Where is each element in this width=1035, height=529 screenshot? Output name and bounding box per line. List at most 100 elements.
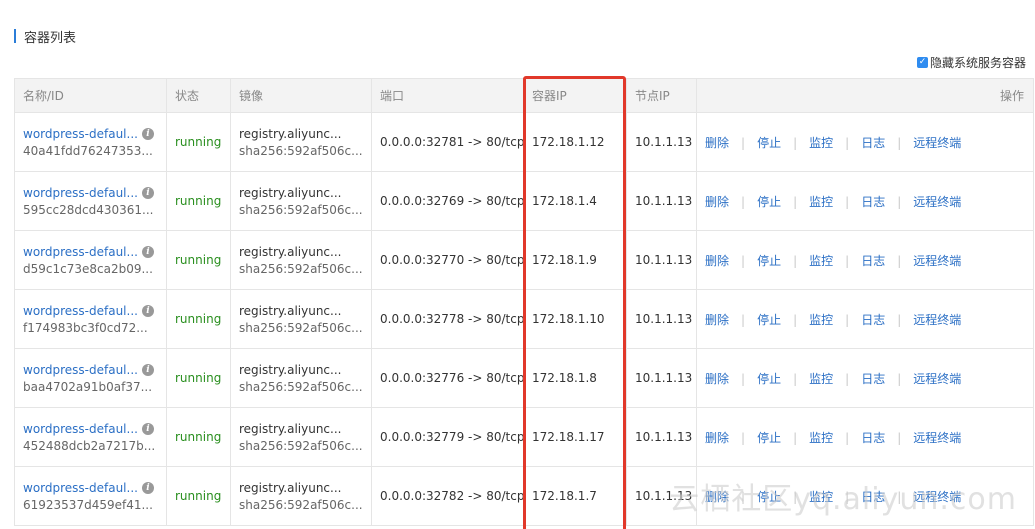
logs-link[interactable]: 日志: [861, 490, 885, 504]
table-row: wordpress-defaul... i d59c1c73e8ca2b09..…: [14, 230, 1034, 290]
cell-name-id: wordpress-defaul... i 61923537d459ef41..…: [14, 466, 167, 526]
cell-actions: 删除 | 停止 | 监控 | 日志 | 远程终端: [696, 348, 1034, 408]
logs-link[interactable]: 日志: [861, 313, 885, 327]
title-accent-bar: [14, 29, 16, 43]
container-name-link[interactable]: wordpress-defaul...: [23, 422, 138, 436]
monitor-link[interactable]: 监控: [809, 254, 833, 268]
terminal-link[interactable]: 远程终端: [913, 313, 961, 327]
stop-link[interactable]: 停止: [757, 372, 781, 386]
cell-status: running: [166, 112, 231, 172]
stop-link[interactable]: 停止: [757, 136, 781, 150]
info-icon[interactable]: i: [141, 245, 154, 258]
action-separator: |: [897, 371, 902, 386]
hide-system-containers-toggle[interactable]: ✓ 隐藏系统服务容器: [916, 54, 1026, 71]
delete-link[interactable]: 删除: [705, 490, 729, 504]
action-separator: |: [845, 489, 850, 504]
logs-link[interactable]: 日志: [861, 372, 885, 386]
delete-link[interactable]: 删除: [705, 431, 729, 445]
container-id: 61923537d459ef41...: [23, 497, 153, 512]
image-name: registry.aliyunc...: [239, 421, 342, 436]
container-name-link[interactable]: wordpress-defaul...: [23, 245, 138, 259]
container-name-link[interactable]: wordpress-defaul...: [23, 363, 138, 377]
terminal-link[interactable]: 远程终端: [913, 254, 961, 268]
monitor-link[interactable]: 监控: [809, 372, 833, 386]
checkbox-checked-icon[interactable]: ✓: [916, 57, 928, 68]
logs-link[interactable]: 日志: [861, 136, 885, 150]
cell-container-ip: 172.18.1.8: [523, 348, 627, 408]
cell-actions: 删除 | 停止 | 监控 | 日志 | 远程终端: [696, 407, 1034, 467]
cell-container-ip: 172.18.1.7: [523, 466, 627, 526]
cell-image: registry.aliyunc... sha256:592af506c...: [230, 171, 372, 231]
cell-container-ip: 172.18.1.9: [523, 230, 627, 290]
delete-link[interactable]: 删除: [705, 372, 729, 386]
monitor-link[interactable]: 监控: [809, 195, 833, 209]
cell-container-ip: 172.18.1.10: [523, 289, 627, 349]
delete-link[interactable]: 删除: [705, 254, 729, 268]
info-icon[interactable]: i: [141, 363, 154, 376]
delete-link[interactable]: 删除: [705, 195, 729, 209]
container-name-link[interactable]: wordpress-defaul...: [23, 304, 138, 318]
status-text: running: [175, 253, 222, 267]
logs-link[interactable]: 日志: [861, 195, 885, 209]
monitor-link[interactable]: 监控: [809, 490, 833, 504]
table-row: wordpress-defaul... i baa4702a91b0af37..…: [14, 348, 1034, 408]
container-id: 40a41fdd76247353...: [23, 143, 153, 158]
image-digest: sha256:592af506c...: [239, 261, 363, 276]
action-separator: |: [897, 312, 902, 327]
cell-node-ip: 10.1.1.13: [626, 407, 697, 467]
table-header-row: 名称/ID 状态 镜像 端口 容器IP 节点IP 操作: [14, 78, 1034, 113]
action-separator: |: [897, 135, 902, 150]
table-row: wordpress-defaul... i f174983bc3f0cd72..…: [14, 289, 1034, 349]
terminal-link[interactable]: 远程终端: [913, 490, 961, 504]
cell-node-ip: 10.1.1.13: [626, 466, 697, 526]
stop-link[interactable]: 停止: [757, 254, 781, 268]
action-separator: |: [741, 430, 746, 445]
action-separator: |: [845, 135, 850, 150]
container-name-link[interactable]: wordpress-defaul...: [23, 481, 138, 495]
cell-image: registry.aliyunc... sha256:592af506c...: [230, 466, 372, 526]
info-icon[interactable]: i: [141, 127, 154, 140]
cell-image: registry.aliyunc... sha256:592af506c...: [230, 348, 372, 408]
image-name: registry.aliyunc...: [239, 185, 342, 200]
delete-link[interactable]: 删除: [705, 313, 729, 327]
terminal-link[interactable]: 远程终端: [913, 372, 961, 386]
terminal-link[interactable]: 远程终端: [913, 136, 961, 150]
action-separator: |: [741, 135, 746, 150]
action-separator: |: [741, 253, 746, 268]
container-name-link[interactable]: wordpress-defaul...: [23, 127, 138, 141]
monitor-link[interactable]: 监控: [809, 313, 833, 327]
cell-status: running: [166, 289, 231, 349]
cell-node-ip: 10.1.1.13: [626, 289, 697, 349]
monitor-link[interactable]: 监控: [809, 136, 833, 150]
stop-link[interactable]: 停止: [757, 431, 781, 445]
status-text: running: [175, 489, 222, 503]
info-icon[interactable]: i: [141, 481, 154, 494]
status-text: running: [175, 194, 222, 208]
stop-link[interactable]: 停止: [757, 313, 781, 327]
cell-image: registry.aliyunc... sha256:592af506c...: [230, 230, 372, 290]
cell-name-id: wordpress-defaul... i f174983bc3f0cd72..…: [14, 289, 167, 349]
info-icon[interactable]: i: [141, 422, 154, 435]
terminal-link[interactable]: 远程终端: [913, 431, 961, 445]
monitor-link[interactable]: 监控: [809, 431, 833, 445]
stop-link[interactable]: 停止: [757, 195, 781, 209]
terminal-link[interactable]: 远程终端: [913, 195, 961, 209]
cell-name-id: wordpress-defaul... i 452488dcb2a7217b..…: [14, 407, 167, 467]
cell-status: running: [166, 171, 231, 231]
info-icon[interactable]: i: [141, 186, 154, 199]
delete-link[interactable]: 删除: [705, 136, 729, 150]
logs-link[interactable]: 日志: [861, 431, 885, 445]
action-separator: |: [845, 253, 850, 268]
stop-link[interactable]: 停止: [757, 490, 781, 504]
action-separator: |: [741, 489, 746, 504]
table-row: wordpress-defaul... i 595cc28dcd430361..…: [14, 171, 1034, 231]
container-name-link[interactable]: wordpress-defaul...: [23, 186, 138, 200]
section-title: 容器列表: [14, 27, 76, 46]
info-icon[interactable]: i: [141, 304, 154, 317]
cell-port: 0.0.0.0:32782 -> 80/tcp: [371, 466, 524, 526]
logs-link[interactable]: 日志: [861, 254, 885, 268]
action-separator: |: [793, 253, 798, 268]
action-separator: |: [793, 135, 798, 150]
image-digest: sha256:592af506c...: [239, 379, 363, 394]
column-header-node-ip: 节点IP: [626, 78, 697, 113]
